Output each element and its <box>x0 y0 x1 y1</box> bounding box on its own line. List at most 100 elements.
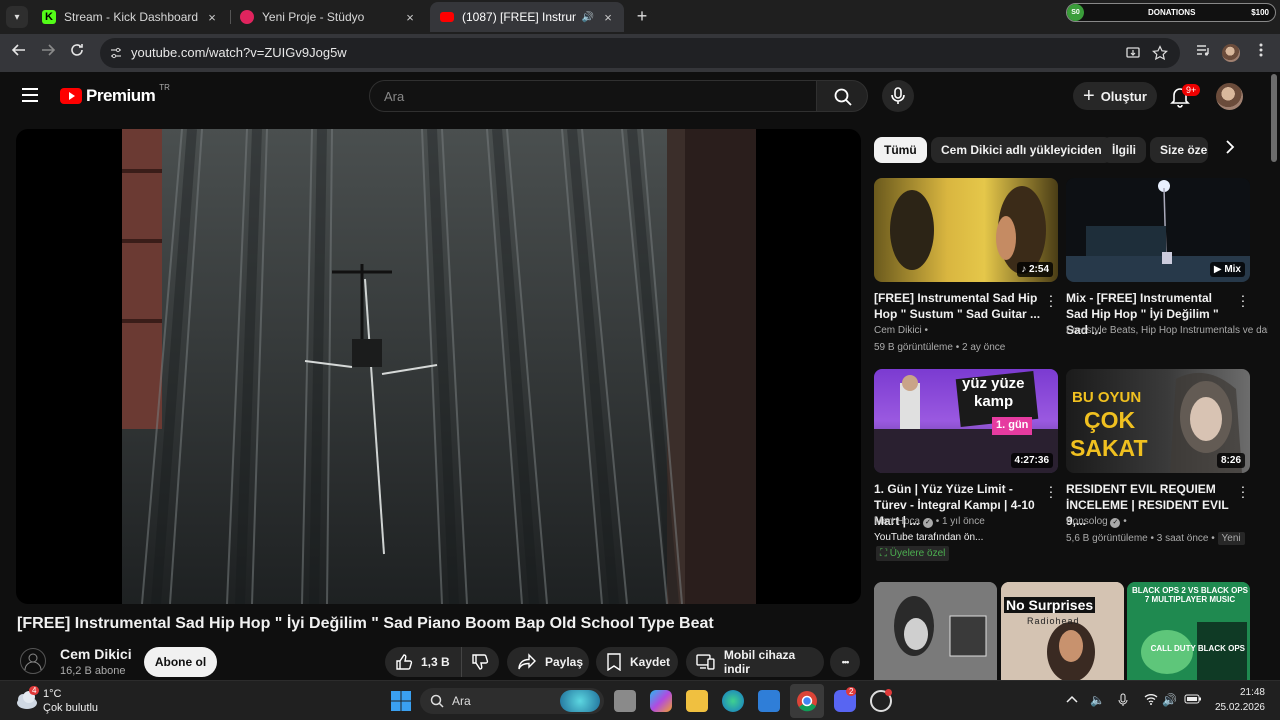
video-title-link[interactable]: [FREE] Instrumental Sad Hip Hop " Sustum… <box>874 290 1044 322</box>
site-info-icon[interactable] <box>109 46 123 60</box>
thumbnail-subtext: Radiohead <box>1027 616 1080 626</box>
video-meta: 59 B görüntüleme • 2 ay önce <box>874 342 1006 353</box>
video-thumbnail[interactable]: BU OYUN ÇOK SAKAT 8:26 <box>1066 369 1250 473</box>
reload-icon[interactable] <box>66 42 88 64</box>
mix-thumbnail[interactable]: ▶ Mix <box>1066 178 1250 282</box>
more-vert-icon[interactable]: · · · <box>1048 288 1054 312</box>
audio-playing-icon[interactable]: 🔊 <box>582 12 594 23</box>
new-tab-button[interactable]: + <box>632 7 652 27</box>
share-label: Paylaş <box>545 655 584 669</box>
search-placeholder: Ara <box>384 89 405 104</box>
microphone-icon[interactable] <box>1118 693 1128 710</box>
browser-tab-strip: ▾ K Stream - Kick Dashboard × Yeni Proje… <box>0 0 1280 34</box>
media-controls-icon[interactable] <box>1192 42 1214 64</box>
windows-start-icon[interactable] <box>390 690 412 712</box>
channel-name[interactable]: Konsolog <box>1066 516 1108 527</box>
video-meta: 5,6 B görüntüleme • 3 saat önce • Yeni <box>1066 532 1245 545</box>
donations-badge: S0 <box>1067 4 1084 21</box>
tab-youtube-video[interactable]: (1087) [FREE] Instrumental S 🔊 × <box>430 2 624 32</box>
tab-kick-dashboard[interactable]: K Stream - Kick Dashboard × <box>32 2 228 32</box>
subscribe-button[interactable]: Abone ol <box>144 647 217 677</box>
back-arrow-icon[interactable] <box>8 42 30 64</box>
more-vert-icon[interactable]: · · · <box>1240 288 1246 312</box>
tab-title: (1087) [FREE] Instrumental S <box>462 10 576 24</box>
save-button[interactable]: Kaydet <box>596 647 678 677</box>
search-input[interactable]: Ara <box>369 80 817 112</box>
download-to-mobile-button[interactable]: Mobil cihaza indir <box>686 647 824 677</box>
chip-all[interactable]: Tümü <box>874 137 927 163</box>
share-icon <box>518 653 536 670</box>
tab-title: Stream - Kick Dashboard <box>64 10 199 24</box>
tab-yeni-proje[interactable]: Yeni Proje - Stüdyo × <box>230 2 426 32</box>
page-scrollbar[interactable] <box>1268 72 1280 684</box>
close-tab-icon[interactable]: × <box>402 10 418 25</box>
verified-check-icon: ✓ <box>922 518 933 528</box>
like-button[interactable]: 1,3 B <box>385 647 461 677</box>
weather-desc: Çok bulutlu <box>43 702 99 714</box>
more-vert-icon[interactable]: · · · <box>1048 479 1054 503</box>
create-label: Oluştur <box>1100 88 1147 104</box>
address-bar[interactable]: youtube.com/watch?v=ZUIGv9Jog5w <box>100 38 1180 68</box>
taskbar-search[interactable]: Ara <box>420 688 604 714</box>
close-tab-icon[interactable]: × <box>600 10 616 25</box>
dislike-button[interactable] <box>461 647 499 677</box>
video-thumbnail[interactable]: ♪ 2:54 <box>874 178 1058 282</box>
close-tab-icon[interactable]: × <box>204 10 220 25</box>
short-thumbnail[interactable]: No Surprises Radiohead <box>1001 582 1124 680</box>
youtube-logo[interactable]: Premium TR <box>60 83 170 106</box>
channel-avatar[interactable] <box>20 648 46 674</box>
donations-widget: S0 DONATIONS $100 <box>1066 3 1276 22</box>
bookmark-star-icon[interactable] <box>1152 45 1168 66</box>
wifi-icon[interactable] <box>1144 693 1158 708</box>
channel-name[interactable]: Cem Dikici • <box>874 325 928 336</box>
short-thumbnail[interactable]: BLACK OPS 2 VS BLACK OPS 7 MULTIPLAYER M… <box>1127 582 1250 680</box>
store-icon[interactable] <box>758 690 780 712</box>
video-thumbnail[interactable]: yüz yüze kamp 1. gün 4:27:36 <box>874 369 1058 473</box>
profile-avatar[interactable] <box>1222 44 1240 62</box>
chip-related[interactable]: İlgili <box>1102 137 1146 163</box>
channel-meta: Mert Hoca ✓ • 1 yıl önce <box>874 516 985 528</box>
clock-date[interactable]: 25.02.2026 <box>1205 702 1265 713</box>
chrome-menu-icon[interactable] <box>1250 42 1272 64</box>
clock-time[interactable]: 21:48 <box>1215 687 1265 698</box>
channel-name[interactable]: Freestyle Beats, Hip Hop Instrumentals v… <box>1066 325 1268 336</box>
more-vert-icon[interactable]: · · · <box>1240 479 1246 503</box>
copilot-icon[interactable] <box>650 690 672 712</box>
more-actions-button[interactable]: ••• <box>830 647 860 677</box>
thumbnail-text: BU OYUN <box>1072 389 1142 406</box>
chevron-right-icon[interactable] <box>1220 140 1240 160</box>
chrome-taskbar-active[interactable] <box>790 684 824 718</box>
file-explorer-icon[interactable] <box>686 690 708 712</box>
voice-search-button[interactable] <box>882 80 914 112</box>
edge-icon[interactable] <box>722 690 744 712</box>
donations-amount: $100 <box>1251 8 1269 17</box>
channel-meta: Konsolog ✓ • <box>1066 516 1127 528</box>
chip-from-uploader[interactable]: Cem Dikici adlı yükleyiciden <box>931 137 1112 163</box>
forward-arrow-icon[interactable] <box>37 42 59 64</box>
chevron-up-icon[interactable] <box>1066 693 1078 707</box>
thumbnail-subtext: CALL DUTY BLACK OPS <box>1150 644 1245 653</box>
channel-name[interactable]: Mert Hoca <box>874 516 920 527</box>
volume-icon[interactable]: 🔊 <box>1162 693 1177 707</box>
battery-icon[interactable] <box>1184 693 1202 708</box>
install-app-icon[interactable] <box>1125 45 1141 66</box>
channel-name[interactable]: Cem Dikici <box>60 646 132 662</box>
search-button[interactable] <box>816 80 868 112</box>
subscriber-count: 16,2 B abone <box>60 665 126 677</box>
speaker-icon[interactable]: 🔈 <box>1090 693 1105 707</box>
search-icon <box>834 88 852 106</box>
video-player[interactable] <box>16 129 861 604</box>
create-button[interactable]: + Oluştur <box>1073 82 1157 110</box>
short-thumbnail[interactable] <box>874 582 997 680</box>
scrollbar-thumb[interactable] <box>1271 74 1277 162</box>
share-button[interactable]: Paylaş <box>507 647 589 677</box>
mix-badge: ▶ Mix <box>1209 262 1245 277</box>
tab-search-button[interactable]: ▾ <box>6 6 28 28</box>
duration-badge: ♪ 2:54 <box>1017 262 1053 277</box>
thumbnail-text: SAKAT <box>1070 435 1148 461</box>
chip-for-you[interactable]: Size özel <box>1150 137 1208 163</box>
account-avatar[interactable] <box>1216 83 1243 110</box>
task-view-icon[interactable] <box>614 690 636 712</box>
menu-icon[interactable] <box>22 88 38 102</box>
save-label: Kaydet <box>630 655 671 669</box>
